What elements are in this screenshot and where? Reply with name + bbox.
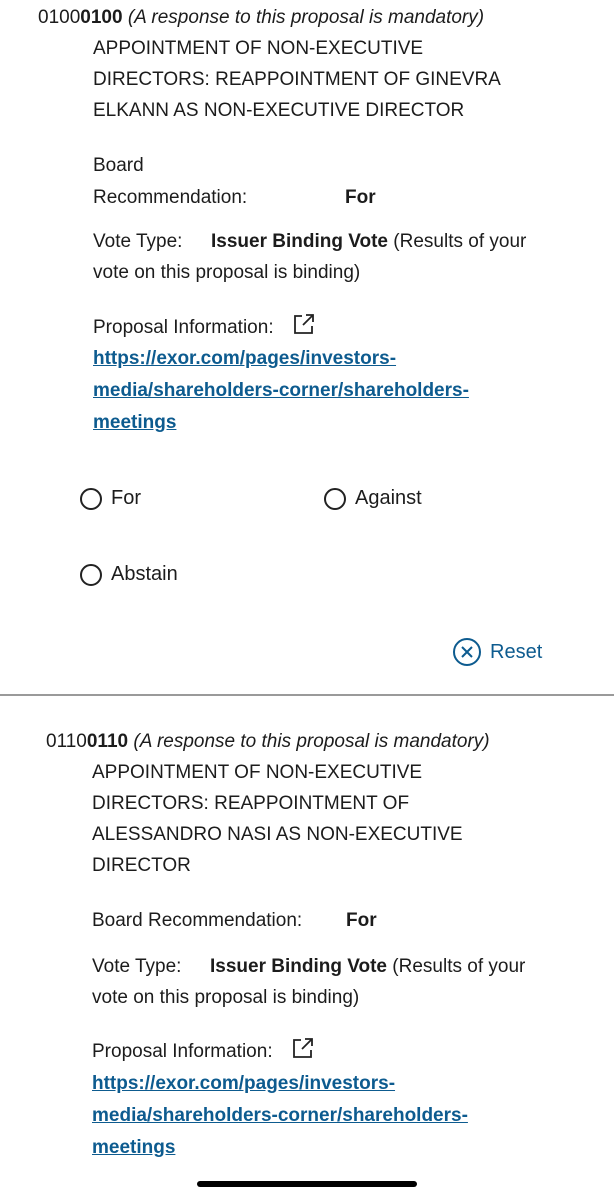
radio-circle[interactable] xyxy=(80,563,102,586)
vote-option-label: For xyxy=(111,487,141,509)
vote-option-against[interactable]: Against xyxy=(324,487,422,510)
proposal-id-suffix: 0110 xyxy=(86,731,129,752)
link-line[interactable]: https://exor.com/pages/investors- xyxy=(92,1068,542,1100)
board-recommendation-value: For xyxy=(345,187,376,208)
vote-type-note: (Results of your xyxy=(392,956,526,977)
vote-type-note: vote on this proposal is binding) xyxy=(93,262,361,283)
vote-type: Vote Type: Issuer Binding Vote (Results o… xyxy=(93,226,583,288)
external-link-icon[interactable] xyxy=(293,313,315,345)
reset-button[interactable]: Reset xyxy=(452,637,542,667)
radio-circle[interactable] xyxy=(324,487,346,510)
proposal-id-suffix: 0100 xyxy=(80,7,123,28)
proposal-id-prefix: 0110 xyxy=(46,731,87,752)
vote-option-label: Abstain xyxy=(111,563,178,585)
proposal-id-line: 01000100 (A response to this proposal is… xyxy=(38,6,484,30)
mandatory-note: (A response to this proposal is mandator… xyxy=(133,731,490,752)
link-line[interactable]: https://exor.com/pages/investors- xyxy=(93,343,543,375)
proposal-information: Proposal Information: xyxy=(93,312,315,345)
vote-type-label: Vote Type: xyxy=(93,231,183,252)
board-recommendation-label: Board xyxy=(93,155,144,176)
proposal-information-label: Proposal Information: xyxy=(93,317,274,338)
link-line[interactable]: media/shareholders-corner/shareholders- xyxy=(92,1100,542,1132)
vote-type-note: (Results of your xyxy=(393,231,527,252)
proposal-title-line: DIRECTORS: REAPPOINTMENT OF xyxy=(92,793,410,814)
proposal-title-line: DIRECTORS: REAPPOINTMENT OF GINEVRA xyxy=(93,69,501,90)
vote-type: Vote Type: Issuer Binding Vote (Results o… xyxy=(92,951,582,1013)
board-recommendation-value: For xyxy=(346,910,377,931)
mandatory-note: (A response to this proposal is mandator… xyxy=(127,7,485,28)
vote-option-label: Against xyxy=(355,487,422,509)
board-recommendation-label: Board Recommendation: xyxy=(92,910,303,931)
vote-type-note: vote on this proposal is binding) xyxy=(92,987,360,1008)
link-line[interactable]: media/shareholders-corner/shareholders- xyxy=(93,375,543,407)
proposal-title-line: DIRECTOR xyxy=(92,855,191,876)
radio-circle[interactable] xyxy=(80,487,102,510)
vote-type-label: Vote Type: xyxy=(92,956,182,977)
board-recommendation-label: Recommendation: xyxy=(93,187,248,208)
close-circle-icon xyxy=(453,638,481,666)
proposal-information-link[interactable]: https://exor.com/pages/investors- media/… xyxy=(93,343,543,439)
vote-option-for[interactable]: For xyxy=(80,487,141,510)
proposal-id-line: 01100110 (A response to this proposal is… xyxy=(46,730,490,754)
home-indicator xyxy=(197,1181,417,1187)
proposal-card: 01100110 (A response to this proposal is… xyxy=(0,696,614,1200)
vote-type-value: Issuer Binding Vote xyxy=(210,956,388,977)
proposal-id-prefix: 0100 xyxy=(38,7,81,28)
link-line[interactable]: meetings xyxy=(92,1132,542,1164)
proposal-information-label: Proposal Information: xyxy=(92,1041,273,1062)
proposal-title-line: ELKANN AS NON-EXECUTIVE DIRECTOR xyxy=(93,100,465,121)
vote-option-abstain[interactable]: Abstain xyxy=(80,563,178,586)
proposal-card: 01000100 (A response to this proposal is… xyxy=(0,0,614,695)
proposal-information: Proposal Information: xyxy=(92,1036,314,1069)
proposal-title: APPOINTMENT OF NON-EXECUTIVE DIRECTORS: … xyxy=(92,757,532,881)
link-line[interactable]: meetings xyxy=(93,407,543,439)
proposal-title-line: ALESSANDRO NASI AS NON-EXECUTIVE xyxy=(92,824,463,845)
proposal-title-line: APPOINTMENT OF NON-EXECUTIVE xyxy=(92,762,423,783)
vote-type-value: Issuer Binding Vote xyxy=(211,231,389,252)
proposal-title-line: APPOINTMENT OF NON-EXECUTIVE xyxy=(93,38,424,59)
reset-label: Reset xyxy=(490,640,543,663)
proposal-title: APPOINTMENT OF NON-EXECUTIVE DIRECTORS: … xyxy=(93,33,533,126)
proposal-information-link[interactable]: https://exor.com/pages/investors- media/… xyxy=(92,1068,542,1164)
external-link-icon[interactable] xyxy=(292,1037,314,1069)
